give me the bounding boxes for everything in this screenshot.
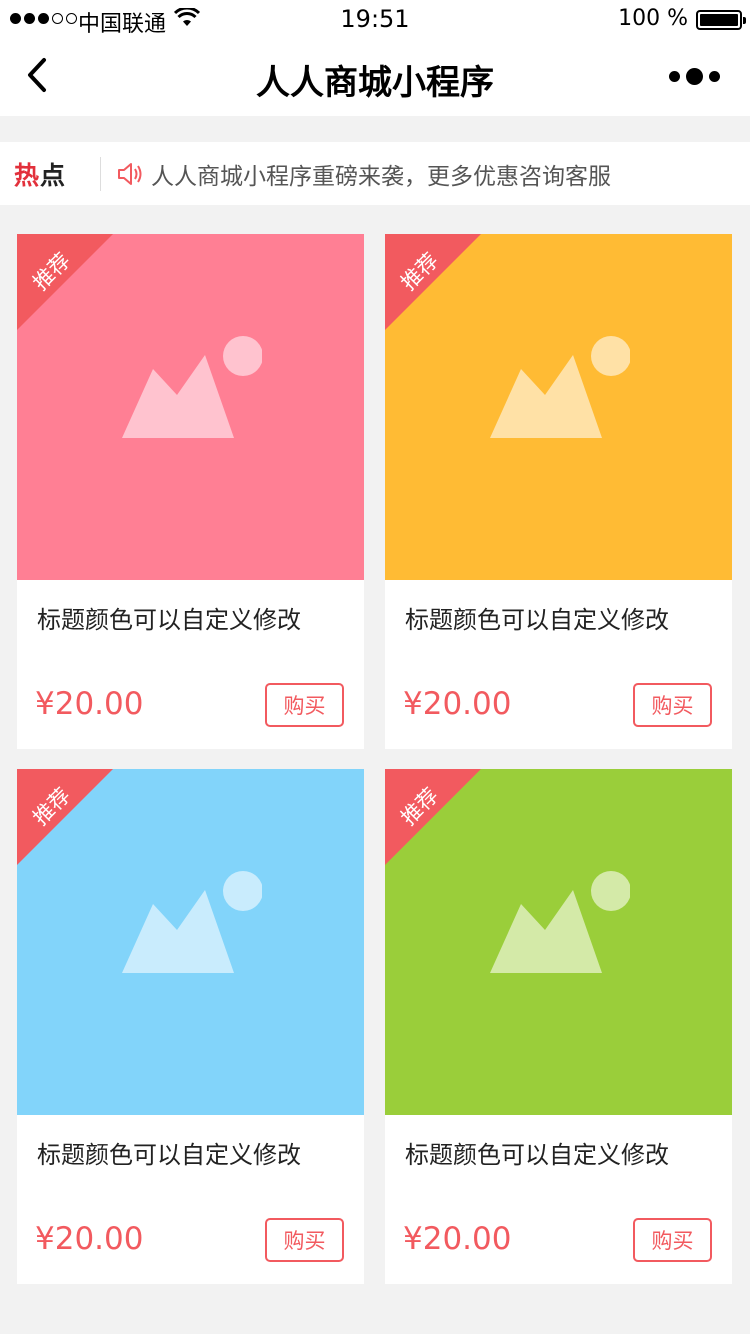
nav-bar: 人人商城小程序 <box>0 40 750 116</box>
image-placeholder-icon <box>490 336 630 438</box>
product-image[interactable]: 推荐 <box>385 769 732 1115</box>
hot-label: 热点 <box>14 160 67 190</box>
product-grid: 推荐 标题颜色可以自定义修改 ¥20.00 购买 推荐 标题颜色可以自定义修改 … <box>17 234 733 1284</box>
divider <box>100 156 101 191</box>
buy-button[interactable]: 购买 <box>633 683 712 727</box>
product-title[interactable]: 标题颜色可以自定义修改 <box>405 600 669 635</box>
battery-icon <box>696 10 746 30</box>
product-image[interactable]: 推荐 <box>17 769 364 1115</box>
image-placeholder-icon <box>122 336 262 438</box>
buy-button[interactable]: 购买 <box>633 1218 712 1262</box>
product-card[interactable]: 推荐 标题颜色可以自定义修改 ¥20.00 购买 <box>385 769 732 1284</box>
product-card[interactable]: 推荐 标题颜色可以自定义修改 ¥20.00 购买 <box>17 234 364 749</box>
product-title[interactable]: 标题颜色可以自定义修改 <box>37 1135 301 1170</box>
notice-text[interactable]: 人人商城小程序重磅来袭，更多优惠咨询客服 <box>151 157 611 191</box>
status-bar: 中国联通 19:51 100 % <box>0 0 750 40</box>
product-price: ¥20.00 <box>403 686 512 722</box>
page-title: 人人商城小程序 <box>256 63 494 103</box>
product-price: ¥20.00 <box>403 1221 512 1257</box>
battery-percent: 100 % <box>618 6 688 31</box>
product-price: ¥20.00 <box>35 1221 144 1257</box>
more-menu-icon[interactable] <box>669 68 720 85</box>
product-title[interactable]: 标题颜色可以自定义修改 <box>405 1135 669 1170</box>
buy-button[interactable]: 购买 <box>265 1218 344 1262</box>
notice-bar[interactable]: 热点 人人商城小程序重磅来袭，更多优惠咨询客服 <box>0 142 750 205</box>
image-placeholder-icon <box>490 871 630 973</box>
product-image[interactable]: 推荐 <box>385 234 732 580</box>
product-price: ¥20.00 <box>35 686 144 722</box>
product-card[interactable]: 推荐 标题颜色可以自定义修改 ¥20.00 购买 <box>385 234 732 749</box>
product-card[interactable]: 推荐 标题颜色可以自定义修改 ¥20.00 购买 <box>17 769 364 1284</box>
product-title[interactable]: 标题颜色可以自定义修改 <box>37 600 301 635</box>
speaker-icon <box>118 162 142 185</box>
product-image[interactable]: 推荐 <box>17 234 364 580</box>
image-placeholder-icon <box>122 871 262 973</box>
buy-button[interactable]: 购买 <box>265 683 344 727</box>
